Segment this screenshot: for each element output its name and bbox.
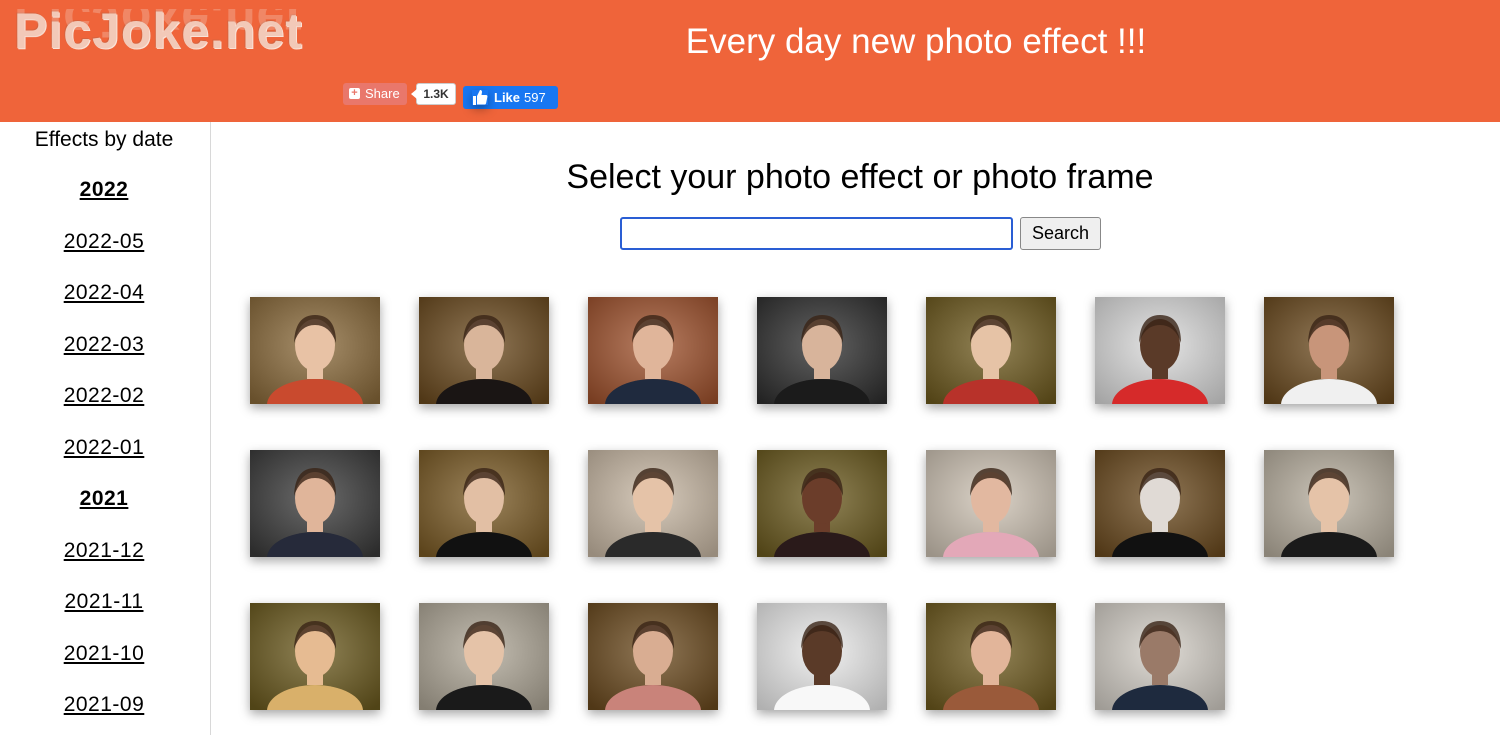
tagline: Every day new photo effect !!! <box>0 22 1500 62</box>
sidebar-month-2021-11[interactable]: 2021-11 <box>0 590 208 614</box>
thumbs-up-icon <box>473 90 488 105</box>
like-button[interactable]: Like 597 <box>463 86 558 109</box>
thumb-man-holding-photo[interactable] <box>588 297 718 404</box>
sidebar-month-2022-01[interactable]: 2022-01 <box>0 436 208 460</box>
thumbnail-image <box>588 450 718 557</box>
thumb-blonde-smiling[interactable] <box>250 603 380 710</box>
thumb-blonde-woman[interactable] <box>926 297 1056 404</box>
thumbnail-image <box>1095 450 1225 557</box>
thumbnail-image <box>757 450 887 557</box>
thumb-smiling-woman[interactable] <box>1264 297 1394 404</box>
thumb-two-women-portrait[interactable] <box>250 297 380 404</box>
sidebar-title: Effects by date <box>34 128 174 151</box>
tagline-text: Every day new photo effect !!! <box>685 22 1147 61</box>
thumb-young-man-suit[interactable] <box>419 450 549 557</box>
search-button[interactable]: Search <box>1020 217 1101 250</box>
thumbnail-image <box>926 450 1056 557</box>
sidebar-month-2022-02[interactable]: 2022-02 <box>0 384 208 408</box>
sidebar: Effects by date 2022 2022-05 2022-04 202… <box>0 122 211 735</box>
thumbnail-image <box>250 450 380 557</box>
sidebar-year-2021[interactable]: 2021 <box>0 487 208 511</box>
thumb-framed-portrait-man[interactable] <box>757 297 887 404</box>
share-label: Share <box>365 86 400 101</box>
thumbnail-image <box>250 603 380 710</box>
share-button[interactable]: + Share <box>343 83 407 105</box>
thumbnail-image <box>1264 297 1394 404</box>
sidebar-month-2022-05[interactable]: 2022-05 <box>0 230 208 254</box>
plus-icon: + <box>349 88 360 99</box>
thumb-framed-portrait-old-man[interactable] <box>419 603 549 710</box>
thumb-man-holding-frame[interactable] <box>757 603 887 710</box>
sidebar-year-2022[interactable]: 2022 <box>0 178 208 202</box>
sidebar-month-2021-09[interactable]: 2021-09 <box>0 693 208 717</box>
thumbnail-image <box>419 603 549 710</box>
thumb-dark-hair-makeup[interactable] <box>419 297 549 404</box>
thumbnail-image <box>419 297 549 404</box>
thumbnail-image <box>419 450 549 557</box>
thumb-man-pointing-photo[interactable] <box>250 450 380 557</box>
thumb-woman-striped-shirt[interactable] <box>1264 450 1394 557</box>
thumb-woman-with-frame[interactable] <box>588 450 718 557</box>
like-label: Like <box>494 90 521 105</box>
thumbnail-image <box>1095 297 1225 404</box>
thumbnail-image <box>250 297 380 404</box>
sidebar-month-2021-10[interactable]: 2021-10 <box>0 642 208 666</box>
thumbnail-image <box>757 603 887 710</box>
thumb-woman-red-dress-gallery[interactable] <box>1095 297 1225 404</box>
thumb-man-necklace[interactable] <box>588 603 718 710</box>
thumb-two-people-gallery[interactable] <box>1095 603 1225 710</box>
thumbnail-image <box>757 297 887 404</box>
page-title: Select your photo effect or photo frame <box>566 158 1154 196</box>
share-count: 1.3K <box>411 83 456 105</box>
thumbnail-image <box>1264 450 1394 557</box>
site-header: PicJoke.net PicJoke.net Every day new ph… <box>0 0 1500 122</box>
thumbnail-image <box>1095 603 1225 710</box>
search-input[interactable] <box>620 217 1013 250</box>
sidebar-month-2022-04[interactable]: 2022-04 <box>0 281 208 305</box>
sidebar-month-2021-12[interactable]: 2021-12 <box>0 539 208 563</box>
like-count: 597 <box>524 90 546 105</box>
thumb-masked-figure[interactable] <box>1095 450 1225 557</box>
sidebar-month-2022-03[interactable]: 2022-03 <box>0 333 208 357</box>
thumbnail-image <box>926 297 1056 404</box>
thumbnail-image <box>588 297 718 404</box>
thumbnail-image <box>926 603 1056 710</box>
thumb-auburn-woman[interactable] <box>926 603 1056 710</box>
thumb-smiling-woman-2[interactable] <box>757 450 887 557</box>
thumb-man-pink-hoodie[interactable] <box>926 450 1056 557</box>
thumbnail-image <box>588 603 718 710</box>
